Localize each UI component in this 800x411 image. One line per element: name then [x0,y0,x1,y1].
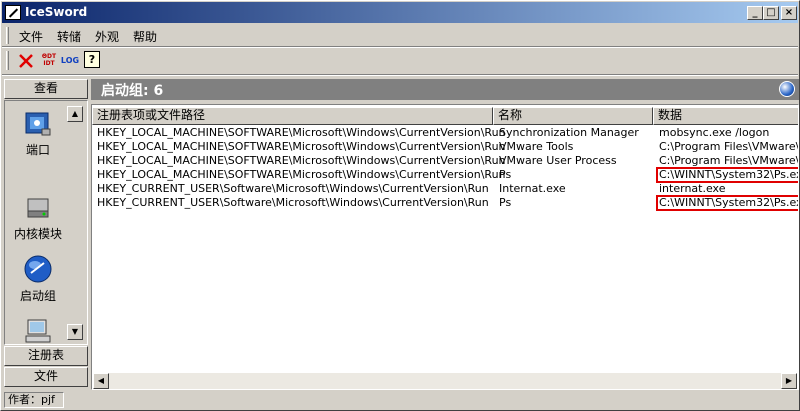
globe-icon [779,81,795,97]
ssdt-icon[interactable]: ΘDT IDT [39,51,59,71]
column-header-data[interactable]: 数据 [653,107,798,125]
globe-startup-icon [22,253,54,285]
cell-name: Ps [499,196,512,209]
delete-icon[interactable] [16,51,36,71]
menubar-grip [6,27,9,44]
window-title: IceSword [25,5,88,19]
table-row[interactable]: HKEY_LOCAL_MACHINE\SOFTWARE\Microsoft\Wi… [94,140,799,154]
cell-name: VMware Tools [499,140,574,153]
scroll-right-arrow[interactable]: ▶ [781,373,797,389]
menu-bar: 文件 转储 外观 帮助 [2,24,798,46]
title-bar[interactable]: IceSword _ □ × [2,2,798,23]
cell-name: Ps [499,168,512,181]
left-icon-list: 端口 内核模块 启动组 服务 ▲ ▼ [4,100,88,345]
minimize-button[interactable]: _ [747,6,763,20]
table-row[interactable]: HKEY_CURRENT_USER\Software\Microsoft\Win… [94,195,798,211]
menu-file[interactable]: 文件 [19,28,43,45]
cell-path: HKEY_CURRENT_USER\Software\Microsoft\Win… [97,196,489,209]
table-row[interactable]: HKEY_LOCAL_MACHINE\SOFTWARE\Microsoft\Wi… [94,167,798,183]
help-icon[interactable]: ? [84,51,100,68]
column-header-path[interactable]: 注册表项或文件路径 [92,107,493,125]
cell-name: VMware User Process [499,154,617,167]
kernel-module-label: 内核模块 [13,227,62,241]
file-button[interactable]: 文件 [4,367,88,387]
menu-dump[interactable]: 转储 [57,28,81,45]
menu-help[interactable]: 帮助 [133,28,157,45]
toolbar: ΘDT IDT LOG ? [2,48,798,74]
startup-group-label: 启动组 [19,289,56,303]
registry-button[interactable]: 注册表 [4,346,88,366]
maximize-button[interactable]: □ [763,6,779,20]
toolbar-separator [2,74,798,76]
port-label: 端口 [25,143,50,157]
close-button[interactable]: × [781,6,797,20]
column-header-name[interactable]: 名称 [493,107,653,125]
cell-data: C:\Program Files\VMware\VM [659,140,799,153]
cell-data: C:\WINNT\System32\Ps.exe [656,195,798,211]
page-title: 启动组: 6 [101,83,164,99]
cell-data: C:\Program Files\VMware\VM [659,154,799,167]
scroll-left-arrow[interactable]: ◀ [93,373,109,389]
startup-list[interactable]: 注册表项或文件路径 名称 数据 HKEY_LOCAL_MACHINE\SOFTW… [91,104,799,390]
header-bar: 启动组: 6 [91,79,799,100]
cell-path: HKEY_LOCAL_MACHINE\SOFTWARE\Microsoft\Wi… [97,126,506,139]
cell-path: HKEY_CURRENT_USER\Software\Microsoft\Win… [97,182,489,195]
view-button[interactable]: 查看 [4,79,88,99]
cell-path: HKEY_LOCAL_MACHINE\SOFTWARE\Microsoft\Wi… [97,140,506,153]
cell-data: internat.exe [659,182,726,195]
cell-name: Synchronization Manager [499,126,639,139]
kernel-module-item[interactable]: 内核模块 [5,191,71,242]
cell-path: HKEY_LOCAL_MACHINE\SOFTWARE\Microsoft\Wi… [97,168,506,181]
status-bar: 作者：pjf [4,391,798,409]
menu-view[interactable]: 外观 [95,28,119,45]
app-icon [5,5,21,20]
author-status: 作者：pjf [4,392,64,408]
startup-group-item[interactable]: 启动组 [5,253,71,304]
service-item[interactable]: 服务 [5,316,71,344]
scroll-up-arrow[interactable]: ▲ [67,106,83,122]
horizontal-scrollbar[interactable]: ◀ ▶ [93,373,797,389]
port-item[interactable]: 端口 [5,107,71,158]
cell-data: C:\WINNT\System32\Ps.exe [656,167,798,183]
app-window: IceSword _ □ × 文件 转储 外观 帮助 ΘDT IDT LOG ? … [0,0,800,411]
table-row[interactable]: HKEY_LOCAL_MACHINE\SOFTWARE\Microsoft\Wi… [94,126,798,140]
log-icon[interactable]: LOG [60,51,80,71]
left-panel: 查看 端口 内核模块 启动组 ▲ ▼ 注册表 文件 [4,79,88,389]
network-port-icon [22,107,54,139]
computer-service-icon [22,316,54,344]
cell-name: Internat.exe [499,182,566,195]
cell-data: mobsync.exe /logon [659,126,770,139]
toolbar-grip [6,51,9,70]
disk-module-icon [22,191,54,223]
table-row[interactable]: HKEY_CURRENT_USER\Software\Microsoft\Win… [94,182,798,196]
scroll-down-arrow[interactable]: ▼ [67,324,83,340]
table-row[interactable]: HKEY_LOCAL_MACHINE\SOFTWARE\Microsoft\Wi… [94,154,799,168]
cell-path: HKEY_LOCAL_MACHINE\SOFTWARE\Microsoft\Wi… [97,154,506,167]
